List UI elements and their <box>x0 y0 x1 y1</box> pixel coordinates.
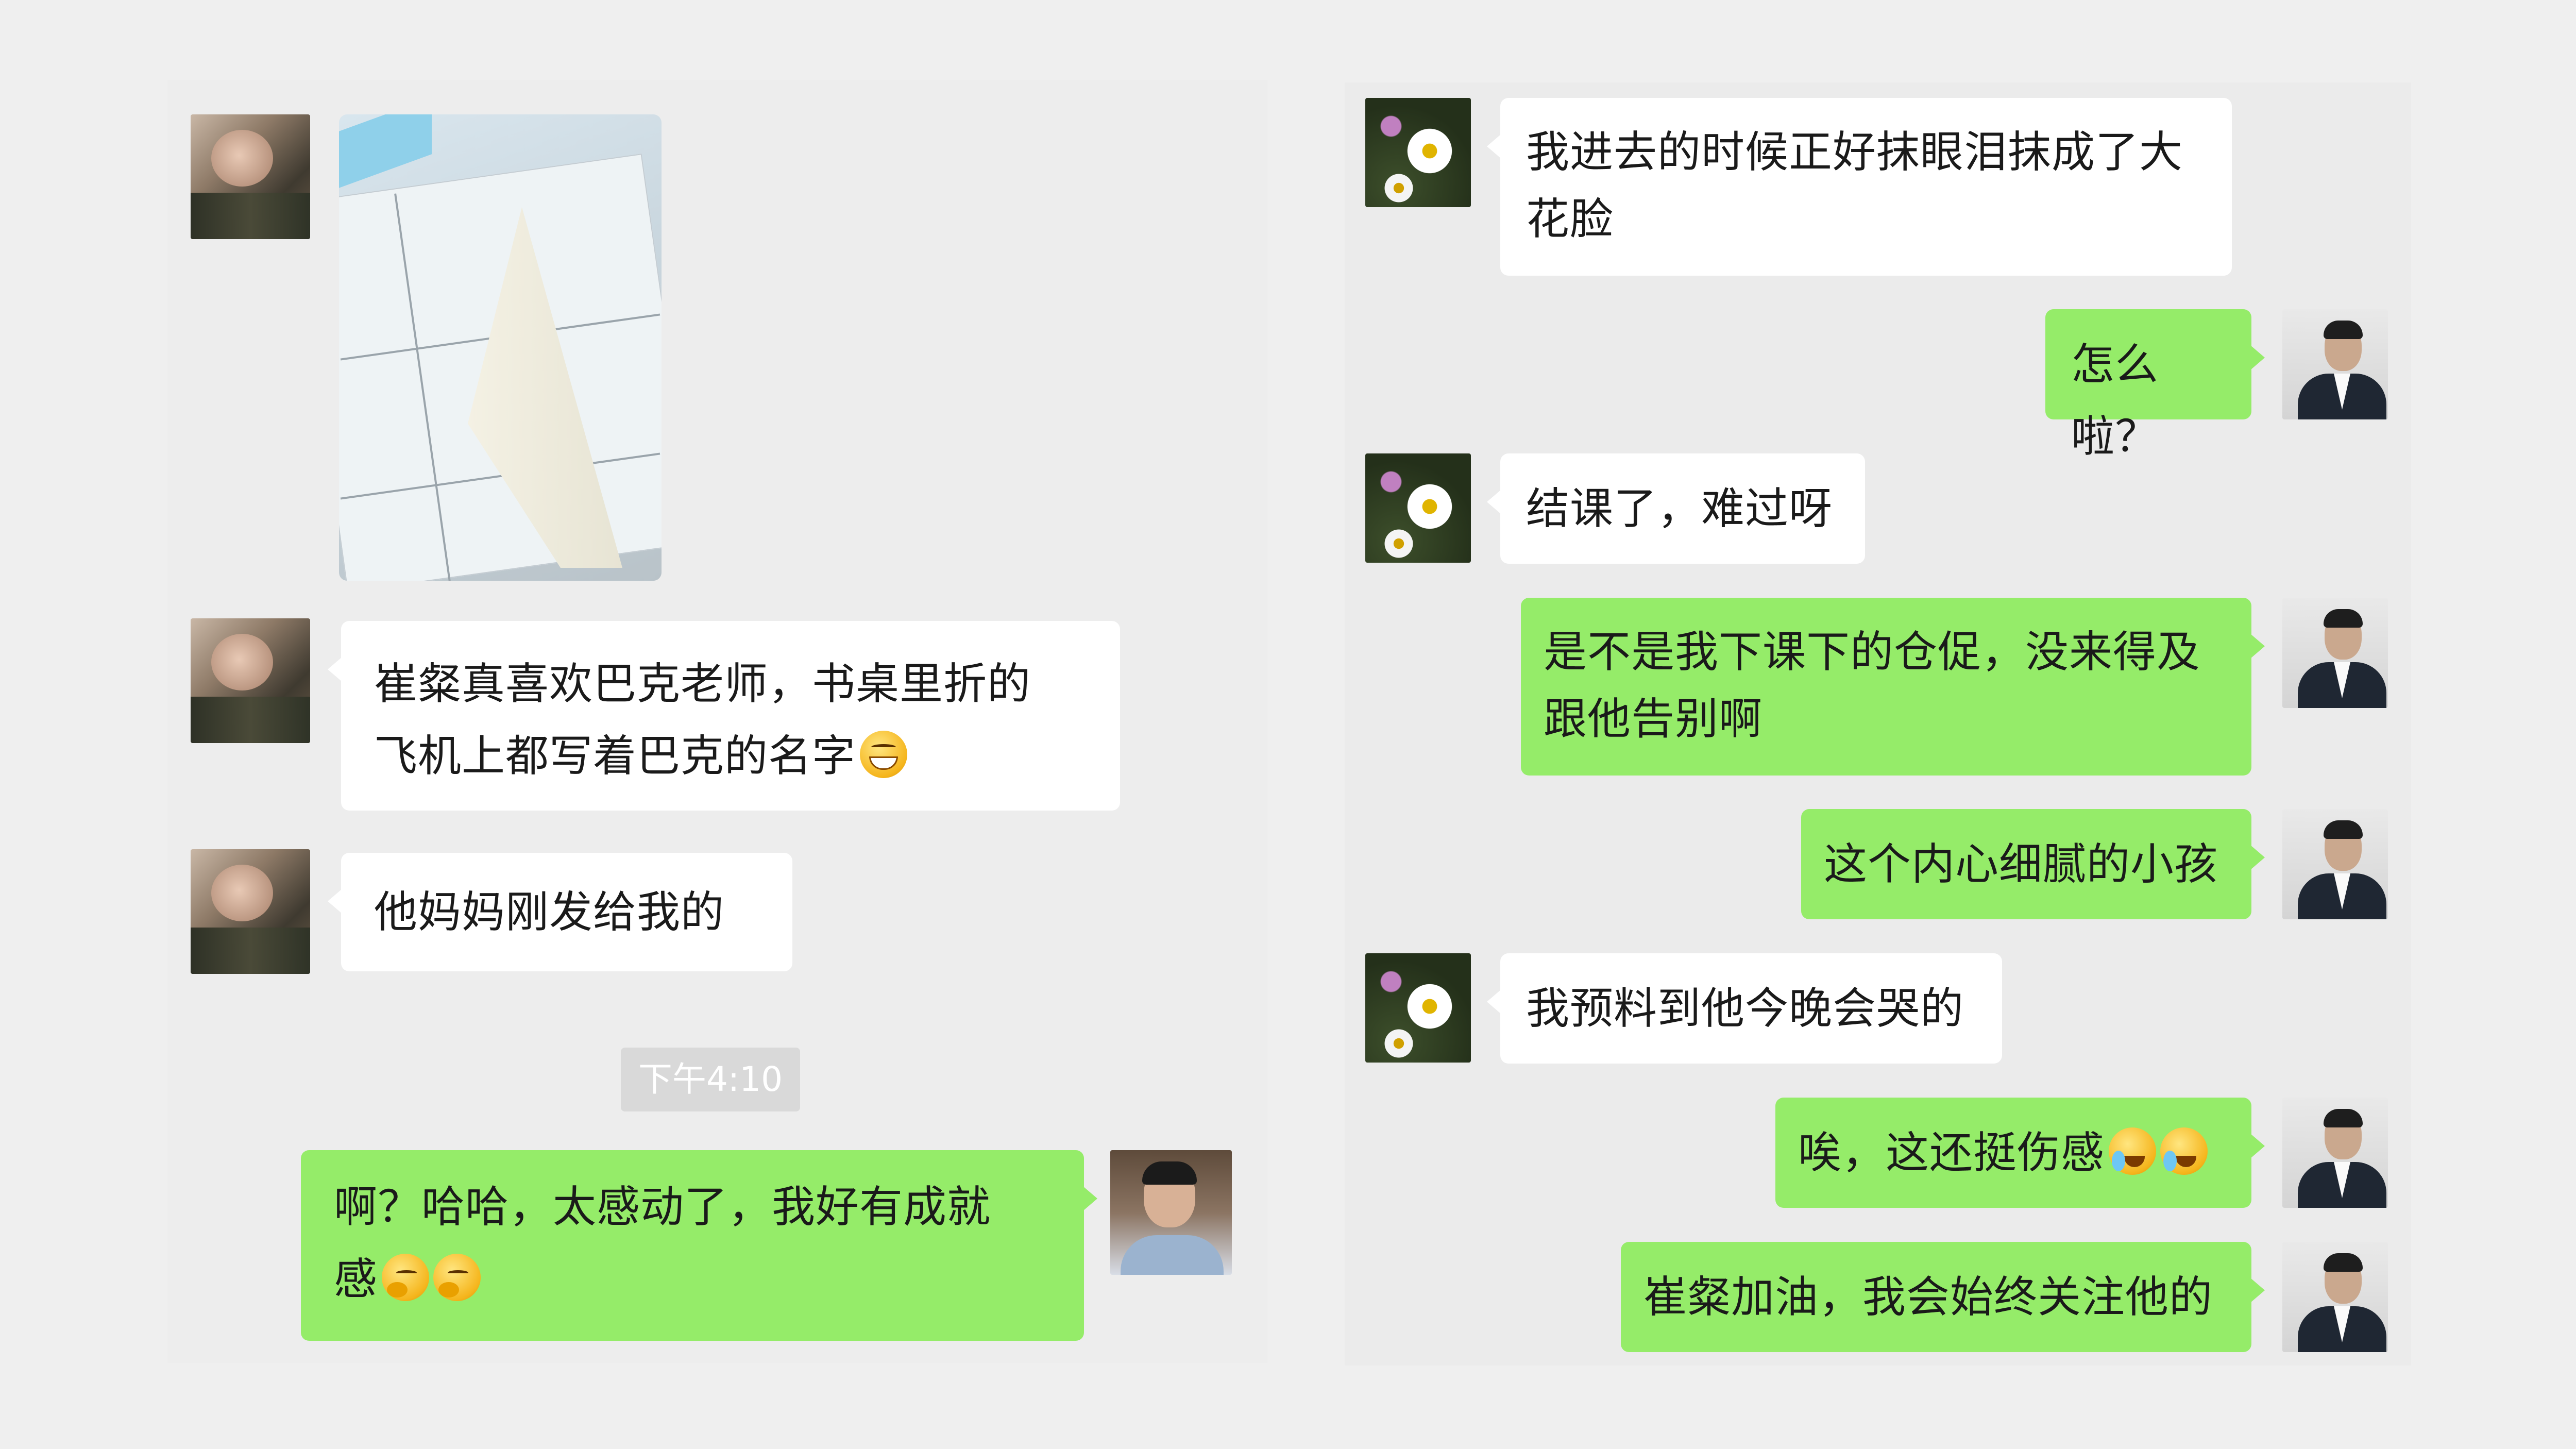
message-text: 怎么啦？ <box>2071 339 2159 462</box>
message-bubble-outgoing[interactable]: 崔粲加油，我会始终关注他的 <box>1621 1242 2265 1352</box>
grinning-face-emoji-icon <box>860 731 908 778</box>
shared-photo-paper-plane[interactable] <box>339 114 662 581</box>
message-text: 崔粲真喜欢巴克老师，书桌里折的 <box>374 659 1031 709</box>
photo-detail <box>339 114 432 188</box>
my-avatar[interactable] <box>2282 598 2388 708</box>
message-bubble-outgoing[interactable]: 啊？哈哈，太感动了，我好有成就 感 <box>301 1150 1097 1341</box>
thinking-face-emoji-icon <box>382 1254 430 1301</box>
crying-laughing-face-emoji-icon <box>2160 1127 2208 1175</box>
message-bubble-incoming[interactable]: 结课了，难过呀 <box>1487 453 1865 564</box>
message-text: 我进去的时候正好抹眼泪抹成了大 <box>1526 127 2183 177</box>
avatar-detail <box>1142 1161 1197 1185</box>
my-avatar[interactable] <box>1110 1150 1232 1275</box>
message-bubble-outgoing[interactable]: 这个内心细腻的小孩 <box>1801 809 2265 919</box>
message-text: 我预料到他今晚会哭的 <box>1526 983 1964 1034</box>
message-bubble-outgoing[interactable]: 怎么啦？ <box>2045 309 2265 462</box>
avatar-detail <box>2324 820 2363 839</box>
message-text: 是不是我下课下的仓促，没来得及 <box>1544 627 2201 677</box>
message-timestamp: 下午4:10 <box>621 1048 800 1111</box>
contact-avatar[interactable] <box>1365 98 1471 207</box>
avatar-detail <box>1376 111 1406 142</box>
contact-avatar[interactable] <box>191 849 310 974</box>
avatar-detail <box>2324 1253 2363 1272</box>
my-avatar[interactable] <box>2282 309 2388 419</box>
message-bubble-incoming[interactable]: 他妈妈刚发给我的 <box>328 853 792 971</box>
avatar-detail <box>2324 321 2363 339</box>
message-text: 这个内心细腻的小孩 <box>1824 839 2218 889</box>
message-bubble-incoming[interactable]: 崔粲真喜欢巴克老师，书桌里折的 飞机上都写着巴克的名字 <box>328 621 1120 811</box>
avatar-detail <box>1401 478 1458 535</box>
message-text: 花脸 <box>1526 194 1614 244</box>
my-avatar[interactable] <box>2282 1242 2388 1352</box>
message-text: 崔粲加油，我会始终关注他的 <box>1643 1272 2213 1322</box>
avatar-detail <box>2324 1109 2363 1127</box>
avatar-detail <box>1401 978 1458 1035</box>
avatar-detail <box>1376 966 1406 997</box>
avatar-detail <box>1121 1235 1224 1275</box>
my-avatar[interactable] <box>2282 809 2388 919</box>
message-bubble-incoming[interactable]: 我进去的时候正好抹眼泪抹成了大 花脸 <box>1487 98 2232 276</box>
message-text: 唉，这还挺伤感 <box>1798 1117 2236 1189</box>
message-text: 啊？哈哈，太感动了，我好有成就 <box>334 1182 991 1232</box>
avatar-detail <box>1381 170 1417 206</box>
contact-avatar[interactable] <box>1365 453 1471 563</box>
message-text: 他妈妈刚发给我的 <box>374 887 725 937</box>
avatar-detail <box>1381 526 1417 562</box>
crying-laughing-face-emoji-icon <box>2109 1127 2157 1175</box>
message-text: 感 <box>334 1243 1053 1315</box>
my-avatar[interactable] <box>2282 1098 2388 1208</box>
avatar-detail <box>1376 466 1406 497</box>
message-text: 跟他告别啊 <box>1544 694 1763 744</box>
message-bubble-outgoing[interactable]: 唉，这还挺伤感 <box>1775 1098 2265 1208</box>
message-bubble-incoming[interactable]: 我预料到他今晚会哭的 <box>1487 953 2002 1064</box>
message-bubble-outgoing[interactable]: 是不是我下课下的仓促，没来得及 跟他告别啊 <box>1521 598 2265 776</box>
contact-avatar[interactable] <box>1365 953 1471 1063</box>
avatar-detail <box>1381 1025 1417 1062</box>
contact-avatar[interactable] <box>191 114 310 239</box>
thinking-face-emoji-icon <box>433 1254 481 1301</box>
message-text: 飞机上都写着巴克的名字 <box>374 720 1089 792</box>
message-text: 结课了，难过呀 <box>1526 483 1833 534</box>
avatar-detail <box>2324 609 2363 628</box>
avatar-detail <box>1401 123 1458 179</box>
contact-avatar[interactable] <box>191 618 310 743</box>
